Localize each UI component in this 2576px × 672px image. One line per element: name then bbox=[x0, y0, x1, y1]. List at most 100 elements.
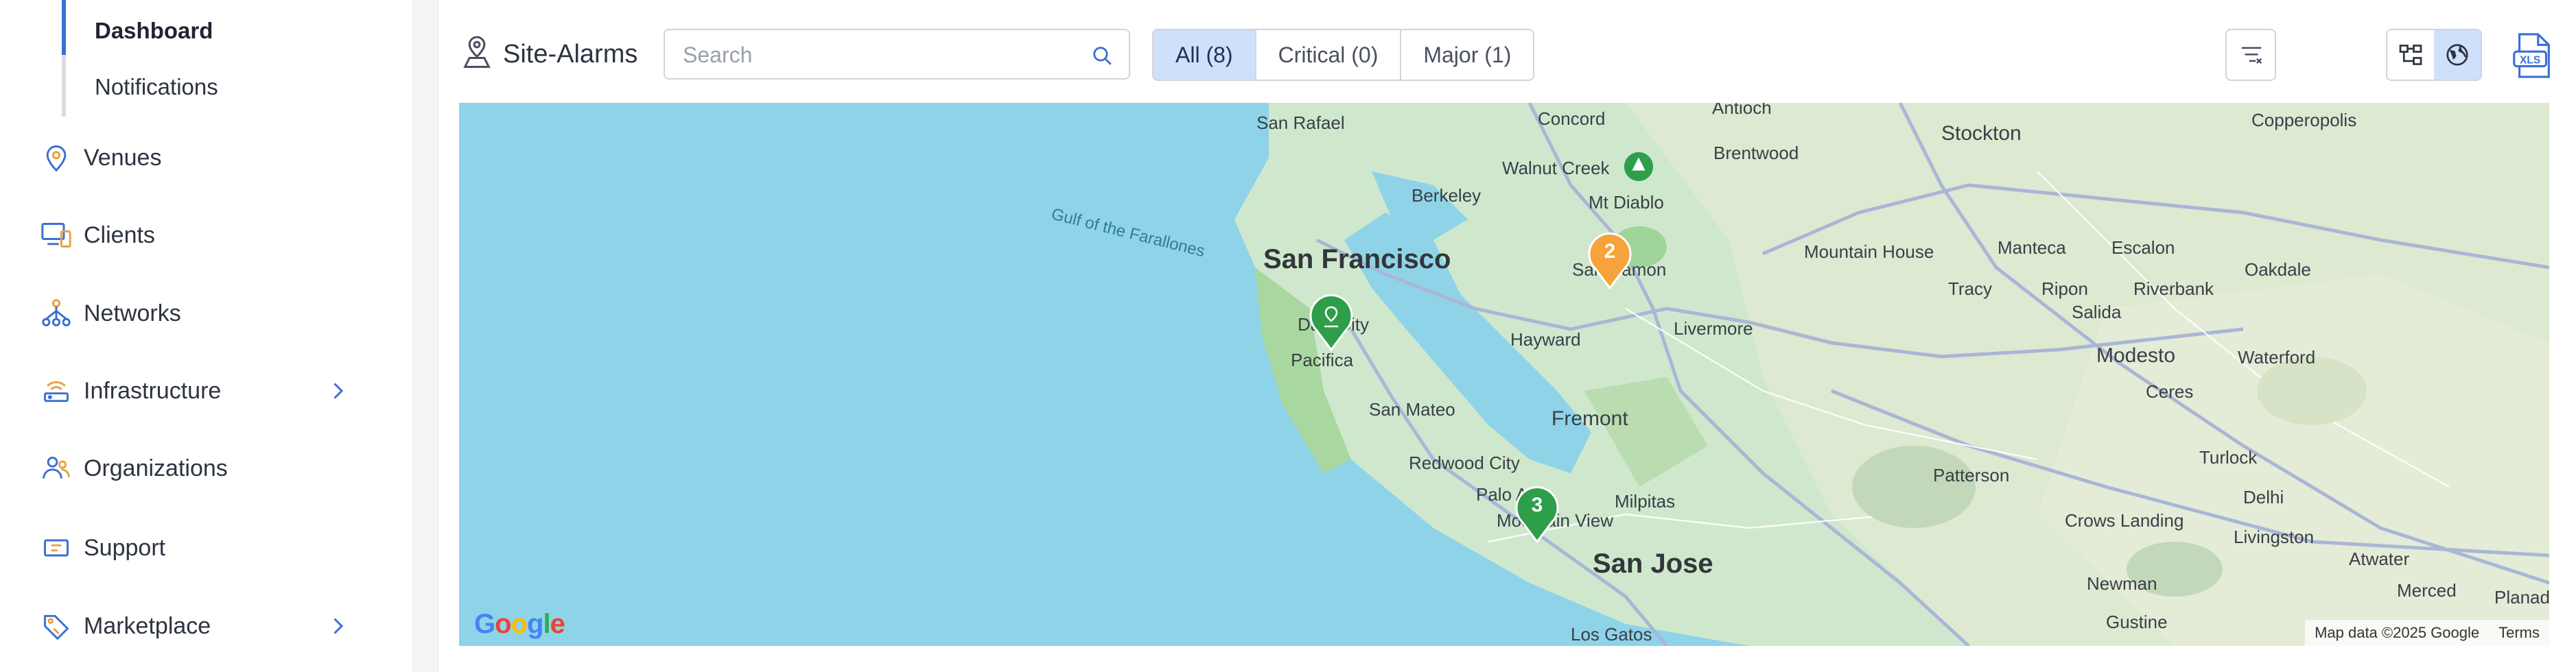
map-label-city: San Jose bbox=[1593, 549, 1713, 579]
map-label-city: Berkeley bbox=[1412, 185, 1482, 206]
cluster-marker-ok[interactable]: 3 bbox=[1513, 484, 1561, 543]
sidebar-item-venues[interactable]: Venues bbox=[34, 130, 364, 185]
map-label-city: Livermore bbox=[1674, 318, 1753, 339]
network-tree-icon bbox=[34, 291, 78, 335]
sidebar-item-label: Marketplace bbox=[84, 612, 211, 639]
filter-lines-icon bbox=[2241, 47, 2262, 64]
map-label-city: Concord bbox=[1538, 108, 1606, 129]
map-label-city: Ripon bbox=[2041, 278, 2088, 299]
advanced-filter-button[interactable] bbox=[2225, 29, 2276, 81]
map-attribution-bar: Map data ©2025 Google Terms bbox=[2305, 620, 2549, 646]
sub-nav-active-indicator bbox=[62, 0, 66, 55]
xls-export-icon: XLS bbox=[2513, 33, 2550, 78]
sidebar-item-label: Support bbox=[84, 534, 166, 561]
map-label-city: Mountain House bbox=[1804, 241, 1934, 262]
map-label-city: Los Gatos bbox=[1571, 624, 1652, 645]
cluster-count: 2 bbox=[1604, 240, 1616, 263]
sidebar-item-marketplace[interactable]: Marketplace bbox=[34, 599, 364, 653]
map-label-city: Escalon bbox=[2111, 237, 2175, 258]
map-label-city: Patterson bbox=[1933, 465, 2010, 485]
organization-icon bbox=[34, 446, 78, 490]
map-label-city: Walnut Creek bbox=[1502, 158, 1610, 178]
view-toggle bbox=[2386, 29, 2482, 81]
map-label-city: Livingston bbox=[2234, 527, 2315, 547]
panel-toolbar: Site-Alarms All (8) Critical (0) Major (… bbox=[438, 0, 2576, 103]
sidebar-item-label: Infrastructure bbox=[84, 377, 222, 404]
map-label-city: Delhi bbox=[2243, 487, 2284, 507]
chevron-right-icon[interactable] bbox=[325, 379, 350, 403]
map-label-city: Merced bbox=[2397, 580, 2457, 601]
map-label-city: San Rafael bbox=[1256, 112, 1345, 133]
map-label-city: San Mateo bbox=[1369, 399, 1455, 420]
google-logo: Google bbox=[474, 609, 565, 639]
map-label-city: Atwater bbox=[2349, 549, 2410, 569]
sidebar: Dashboard Notifications Venues Clients N… bbox=[0, 0, 412, 672]
map-label-city: Stockton bbox=[1941, 122, 2022, 145]
sidebar-item-label: Venues bbox=[84, 144, 162, 171]
search-icon[interactable] bbox=[1090, 44, 1114, 67]
filter-all[interactable]: All (8) bbox=[1154, 30, 1256, 80]
topology-view-icon bbox=[2399, 45, 2422, 65]
map-label-city: Salida bbox=[2072, 302, 2122, 322]
map-label-city: San Francisco bbox=[1263, 244, 1451, 274]
site-alarm-icon bbox=[463, 36, 491, 69]
svg-text:XLS: XLS bbox=[2520, 55, 2540, 67]
topology-view-button[interactable] bbox=[2387, 30, 2434, 80]
map-label-city: Newman bbox=[2087, 573, 2157, 594]
site-alarms-map[interactable]: San Rafael Concord Antioch Stockton Copp… bbox=[459, 103, 2549, 646]
map-label-city: Crows Landing bbox=[2065, 510, 2184, 531]
location-pin-icon bbox=[34, 136, 78, 180]
support-ticket-icon bbox=[34, 526, 78, 570]
map-label-city: Redwood City bbox=[1409, 453, 1520, 473]
sidebar-item-networks[interactable]: Networks bbox=[34, 286, 364, 341]
chevron-right-icon[interactable] bbox=[325, 614, 350, 638]
map-attribution: Map data ©2025 Google bbox=[2315, 624, 2480, 641]
cluster-count: 3 bbox=[1531, 494, 1543, 516]
filter-major[interactable]: Major (1) bbox=[1401, 30, 1534, 80]
map-label-city: Modesto bbox=[2096, 344, 2176, 367]
map-label-city: Fremont bbox=[1552, 407, 1628, 430]
map-label-city: Pacifica bbox=[1291, 350, 1354, 370]
severity-filter-group: All (8) Critical (0) Major (1) bbox=[1152, 29, 1535, 81]
devices-icon bbox=[34, 213, 78, 257]
site-marker-ok[interactable] bbox=[1307, 292, 1355, 351]
sidebar-item-clients[interactable]: Clients bbox=[34, 208, 364, 263]
router-icon bbox=[34, 369, 78, 413]
search-input[interactable] bbox=[683, 38, 1067, 71]
map-label-city: Antioch bbox=[1712, 103, 1772, 118]
sidebar-item-organizations[interactable]: Organizations bbox=[34, 441, 364, 496]
sidebar-item-label: Organizations bbox=[84, 455, 228, 481]
map-label-city: Copperopolis bbox=[2251, 110, 2357, 130]
search-box[interactable] bbox=[664, 29, 1130, 80]
sub-item-dashboard[interactable]: Dashboard bbox=[95, 18, 213, 44]
map-label-city: Hayward bbox=[1510, 329, 1581, 350]
globe-map-view-icon bbox=[2446, 44, 2468, 66]
map-label-city: Ceres bbox=[2146, 381, 2194, 402]
export-xls-button[interactable]: XLS bbox=[2511, 32, 2556, 80]
filter-critical[interactable]: Critical (0) bbox=[1256, 30, 1402, 80]
map-base bbox=[1234, 103, 2549, 646]
sidebar-item-support[interactable]: Support bbox=[34, 520, 364, 575]
map-label-city: Tracy bbox=[1948, 278, 1993, 299]
panel-title: Site-Alarms bbox=[503, 40, 638, 69]
map-view-button[interactable] bbox=[2434, 30, 2481, 80]
map-terms-link[interactable]: Terms bbox=[2489, 624, 2549, 642]
map-label-city: Manteca bbox=[1998, 237, 2066, 258]
sidebar-item-infrastructure[interactable]: Infrastructure bbox=[34, 363, 364, 418]
sidebar-item-label: Clients bbox=[84, 221, 155, 248]
map-label-city: Riverbank bbox=[2133, 278, 2214, 299]
park-icon bbox=[1624, 152, 1654, 182]
cluster-marker-major[interactable]: 2 bbox=[1586, 230, 1634, 289]
sidebar-item-label: Networks bbox=[84, 300, 181, 326]
site-marker-icon bbox=[1309, 294, 1353, 351]
map-label-city: Turlock bbox=[2199, 447, 2258, 468]
map-label-city: Milpitas bbox=[1615, 491, 1676, 512]
map-label-city: Oakdale bbox=[2245, 259, 2311, 280]
sub-item-notifications[interactable]: Notifications bbox=[95, 74, 218, 100]
site-alarms-panel: Site-Alarms All (8) Critical (0) Major (… bbox=[438, 0, 2576, 672]
map-label-city: Planada bbox=[2494, 587, 2549, 608]
map-label-city: Brentwood bbox=[1713, 143, 1799, 163]
tag-icon bbox=[34, 604, 78, 648]
map-label-city: Waterford bbox=[2238, 347, 2316, 368]
map-label-city: Gustine bbox=[2106, 612, 2168, 632]
